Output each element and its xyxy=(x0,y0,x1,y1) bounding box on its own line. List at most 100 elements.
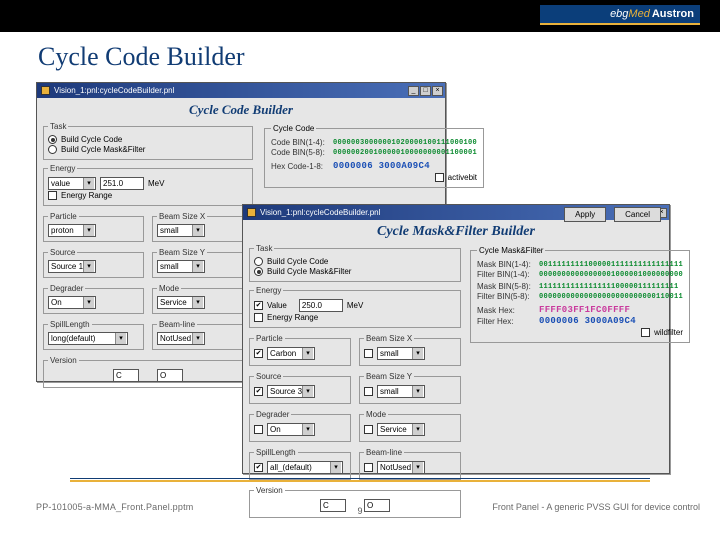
task-radio-code-label: Build Cycle Code xyxy=(267,257,328,266)
beamline-select[interactable]: NotUsed xyxy=(157,332,205,345)
energy-group: Energy value 251.0 MeV Energy Range xyxy=(43,164,253,206)
task-radio-mask[interactable] xyxy=(48,145,57,154)
beamsize-x-select[interactable]: small xyxy=(377,347,425,360)
particle-checkbox[interactable]: ✔ xyxy=(254,349,263,358)
mask-bin58: 1111111111111111100000111111111 xyxy=(539,283,679,291)
cycle-mask-legend: Cycle Mask&Filter xyxy=(477,246,545,255)
slide-title: Cycle Code Builder xyxy=(38,42,245,72)
energy-group: Energy ✔ Value 250.0 MeV Energy Range xyxy=(249,286,461,328)
energy-range-checkbox[interactable] xyxy=(254,313,263,322)
energy-value[interactable]: 251.0 xyxy=(100,177,144,190)
particle-group: Particle ✔Carbon xyxy=(249,334,351,366)
energy-range-label: Energy Range xyxy=(267,313,318,322)
mask-bin14: 00111111111000001111111111111111 xyxy=(539,261,683,269)
task-radio-mask-label: Build Cycle Mask&Filter xyxy=(61,145,145,154)
degrader-group: Degrader On xyxy=(43,284,144,314)
degrader-select[interactable]: On xyxy=(267,423,315,436)
task-group: Task Build Cycle Code Build Cycle Mask&F… xyxy=(43,122,253,160)
cancel-button[interactable]: Cancel xyxy=(614,207,661,222)
mask-bin14-label: Mask BIN(1-4): xyxy=(477,260,535,269)
slide-top-bar: ebg Med Austron xyxy=(0,0,720,32)
filter-hex: 0000006 3000A09C4 xyxy=(539,316,636,326)
task-radio-code[interactable] xyxy=(254,257,263,266)
beamsize-x-group: Beam Size X small xyxy=(152,212,253,242)
brand-pre: ebg xyxy=(610,8,628,20)
source-select[interactable]: Source 1 xyxy=(48,260,96,273)
energy-legend: Energy xyxy=(48,164,77,173)
mode-group: Mode Service xyxy=(152,284,253,314)
beamsize-y-checkbox[interactable] xyxy=(364,387,373,396)
filter-bin14: 00000000000000001000001000000000 xyxy=(539,271,683,279)
activebit-label: activebit xyxy=(448,173,477,182)
energy-value-label: Value xyxy=(267,301,287,310)
app-icon xyxy=(41,86,50,95)
code-bin58: 00000020010000010000000001100001 xyxy=(333,149,477,157)
code-bin14: 00000030000001020000100111000100 xyxy=(333,139,477,147)
version-o[interactable]: O xyxy=(157,369,183,382)
task-radio-code[interactable] xyxy=(48,135,57,144)
energy-value-checkbox[interactable]: ✔ xyxy=(254,301,263,310)
apply-button[interactable]: Apply xyxy=(564,207,606,222)
energy-select[interactable]: value xyxy=(48,177,96,190)
source-group: Source ✔Source 3 xyxy=(249,372,351,404)
panel-header: Cycle Mask&Filter Builder xyxy=(243,224,669,240)
mask-bin58-label: Mask BIN(5-8): xyxy=(477,282,535,291)
degrader-select[interactable]: On xyxy=(48,296,96,309)
spillength-checkbox[interactable]: ✔ xyxy=(254,463,263,472)
spillength-select[interactable]: all_(default) xyxy=(267,461,343,474)
beamsize-y-group: Beam Size Y small xyxy=(152,248,253,278)
task-radio-mask-label: Build Cycle Mask&Filter xyxy=(267,267,351,276)
source-checkbox[interactable]: ✔ xyxy=(254,387,263,396)
filter-bin58: 00000000000000000000000000110011 xyxy=(539,293,683,301)
mask-hex: FFFF03FF1FC0FFFF xyxy=(539,305,630,315)
beamline-checkbox[interactable] xyxy=(364,463,373,472)
beamsize-x-select[interactable]: small xyxy=(157,224,205,237)
mask-hex-label: Mask Hex: xyxy=(477,306,535,315)
degrader-checkbox[interactable] xyxy=(254,425,263,434)
beamline-select[interactable]: NotUsed xyxy=(377,461,425,474)
activebit-checkbox[interactable] xyxy=(435,173,444,182)
beamsize-y-select[interactable]: small xyxy=(377,385,425,398)
particle-select[interactable]: Carbon xyxy=(267,347,315,360)
spillength-select[interactable]: long(default) xyxy=(48,332,128,345)
mode-group: Mode Service xyxy=(359,410,461,442)
wildfilter-label: wildfilter xyxy=(654,328,683,337)
version-group: Version C O xyxy=(43,356,253,388)
particle-group: Particle proton xyxy=(43,212,144,242)
brand-post: Austron xyxy=(652,8,694,20)
version-c[interactable]: C xyxy=(113,369,139,382)
beamsize-y-select[interactable]: small xyxy=(157,260,205,273)
code-bin58-label: Code BIN(5-8): xyxy=(271,148,329,157)
footer-rule-accent xyxy=(70,480,650,482)
energy-range-checkbox[interactable] xyxy=(48,191,57,200)
energy-range-label: Energy Range xyxy=(61,191,112,200)
particle-select[interactable]: proton xyxy=(48,224,96,237)
close-button[interactable]: × xyxy=(432,86,443,96)
beamsize-x-checkbox[interactable] xyxy=(364,349,373,358)
filter-bin14-label: Filter BIN(1-4): xyxy=(477,270,535,279)
task-radio-mask[interactable] xyxy=(254,267,263,276)
beamsize-x-group: Beam Size X small xyxy=(359,334,461,366)
maximize-button[interactable]: □ xyxy=(420,86,431,96)
filter-bin58-label: Filter BIN(5-8): xyxy=(477,292,535,301)
mode-checkbox[interactable] xyxy=(364,425,373,434)
source-select[interactable]: Source 3 xyxy=(267,385,315,398)
window-title: Vision_1:pnl:cycleCodeBuilder.pnl xyxy=(54,86,408,95)
mode-select[interactable]: Service xyxy=(157,296,205,309)
filter-hex-label: Filter Hex: xyxy=(477,317,535,326)
brand-logo: ebg Med Austron xyxy=(540,5,700,25)
footer-rule xyxy=(70,478,650,479)
mode-select[interactable]: Service xyxy=(377,423,425,436)
window-titlebar[interactable]: Vision_1:pnl:cycleCodeBuilder.pnl _ □ × xyxy=(37,83,445,98)
screenshot-stage: Vision_1:pnl:cycleCodeBuilder.pnl _ □ × … xyxy=(36,82,684,482)
cycle-code-box: Cycle Code Code BIN(1-4):000000300000010… xyxy=(264,124,484,188)
spillength-group: SpillLength ✔all_(default) xyxy=(249,448,351,480)
energy-value[interactable]: 250.0 xyxy=(299,299,343,312)
footer-right: Front Panel - A generic PVSS GUI for dev… xyxy=(492,502,700,512)
source-group: Source Source 1 xyxy=(43,248,144,278)
task-legend: Task xyxy=(254,244,274,253)
wildfilter-checkbox[interactable] xyxy=(641,328,650,337)
app-icon xyxy=(247,208,256,217)
code-hex: 0000006 3000A09C4 xyxy=(333,161,430,171)
minimize-button[interactable]: _ xyxy=(408,86,419,96)
